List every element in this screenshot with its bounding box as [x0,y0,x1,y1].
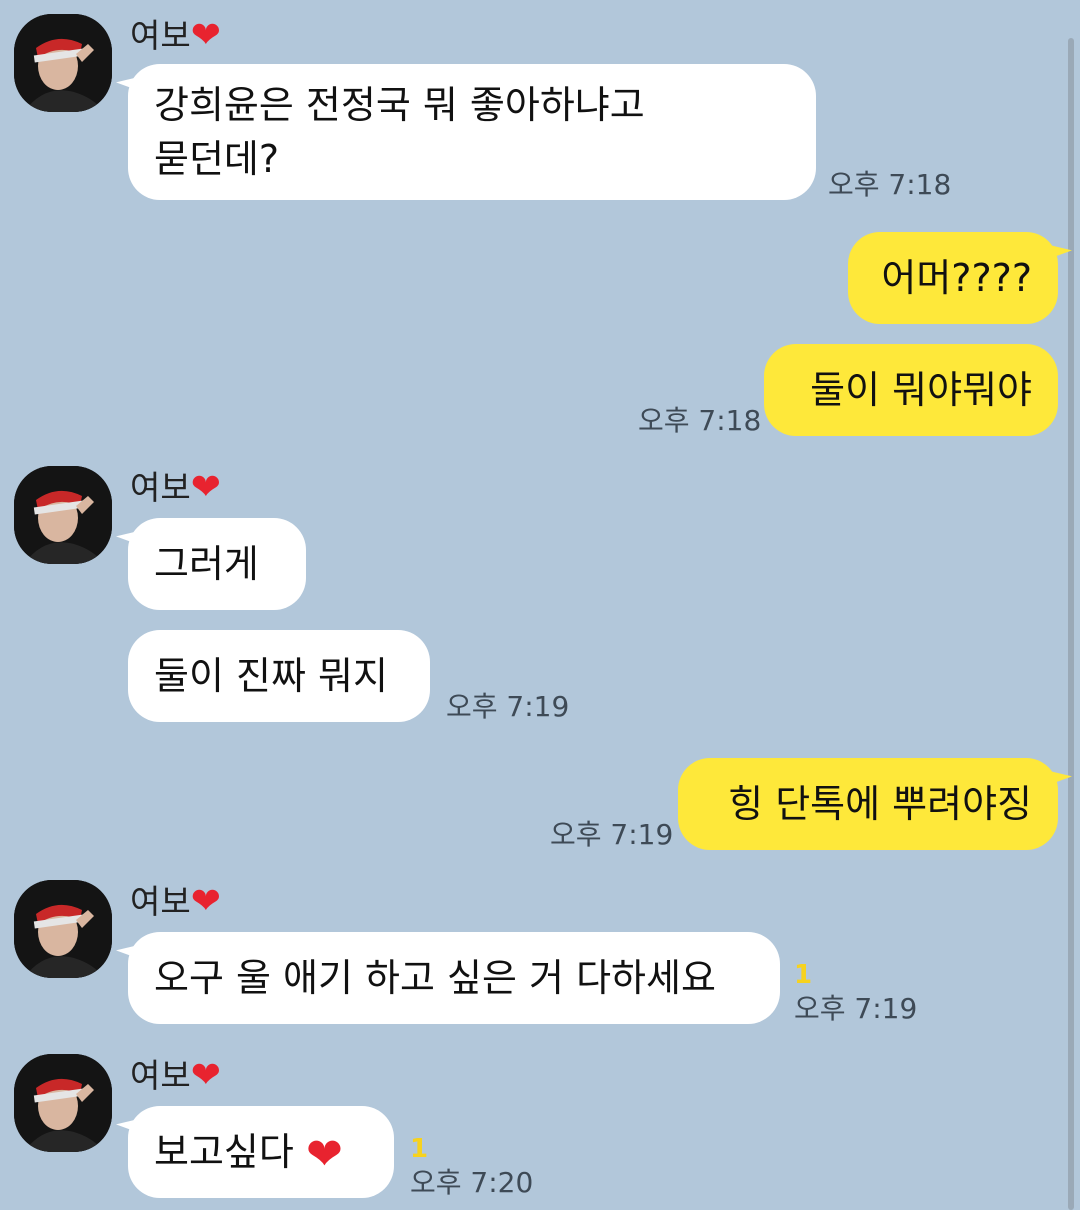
scrollbar[interactable] [1068,38,1074,1210]
my-message-bubble[interactable]: 어머???? [848,232,1072,324]
message-bubble[interactable]: 오구 울 애기 하고 싶은 거 다하세요 [116,932,780,1024]
avatar-photo [14,14,112,112]
partner-name: 여보❤ [130,14,221,58]
message-time: 오후 7:18 [638,404,762,437]
bubble-tail [116,938,136,958]
avatar-photo [14,1054,112,1152]
message-text: 힝 단톡에 뿌려야징 [728,782,1032,826]
message-bubble[interactable]: 둘이 진짜 뭐지 [128,630,430,722]
message-text: 묻던데? [154,137,280,181]
heart-icon: ❤ [190,15,221,56]
unread-count: 1 [794,960,813,990]
message-time: 오후 7:18 [828,168,952,201]
bubble-tail [116,70,136,90]
heart-icon: ❤ [190,881,221,922]
message-time: 오후 7:19 [794,992,918,1025]
partner-name-text: 여보 [130,1056,191,1095]
message-text: 강희윤은 전정국 뭐 좋아하냐고 [154,83,645,127]
message-text: 보고싶다 [154,1130,294,1174]
partner-name-text: 여보 [130,882,191,921]
partner-avatar[interactable] [14,14,112,112]
partner-name: 여보❤ [130,466,221,510]
avatar-photo [14,880,112,978]
unread-count: 1 [410,1134,429,1164]
partner-avatar[interactable] [14,880,112,978]
heart-icon: ❤ [190,1055,221,1096]
heart-emoji-icon: ❤ [305,1129,343,1180]
message-text: 둘이 진짜 뭐지 [154,654,388,698]
bubble-tail [116,1112,136,1132]
partner-name: 여보❤ [130,880,221,924]
message-time: 오후 7:19 [446,690,570,723]
message-bubble[interactable]: 보고싶다 ❤ [116,1106,394,1198]
message-time: 오후 7:20 [410,1166,534,1199]
message-text: 어머???? [881,256,1032,300]
partner-name-text: 여보 [130,468,191,507]
message-bubble[interactable]: 강희윤은 전정국 뭐 좋아하냐고 묻던데? [116,64,816,200]
message-time: 오후 7:19 [550,818,674,851]
message-text: 둘이 뭐야뭐야 [810,368,1032,412]
heart-icon: ❤ [190,467,221,508]
message-text: 오구 울 애기 하고 싶은 거 다하세요 [154,956,716,1000]
my-message-bubble[interactable]: 힝 단톡에 뿌려야징 [678,758,1072,850]
avatar-photo [14,466,112,564]
partner-name: 여보❤ [130,1054,221,1098]
message-bubble[interactable]: 그러게 [116,518,306,610]
partner-name-text: 여보 [130,16,191,55]
bubble-tail [116,524,136,544]
message-text: 그러게 [154,542,259,586]
partner-avatar[interactable] [14,1054,112,1152]
my-message-bubble[interactable]: 둘이 뭐야뭐야 [764,344,1058,436]
partner-avatar[interactable] [14,466,112,564]
